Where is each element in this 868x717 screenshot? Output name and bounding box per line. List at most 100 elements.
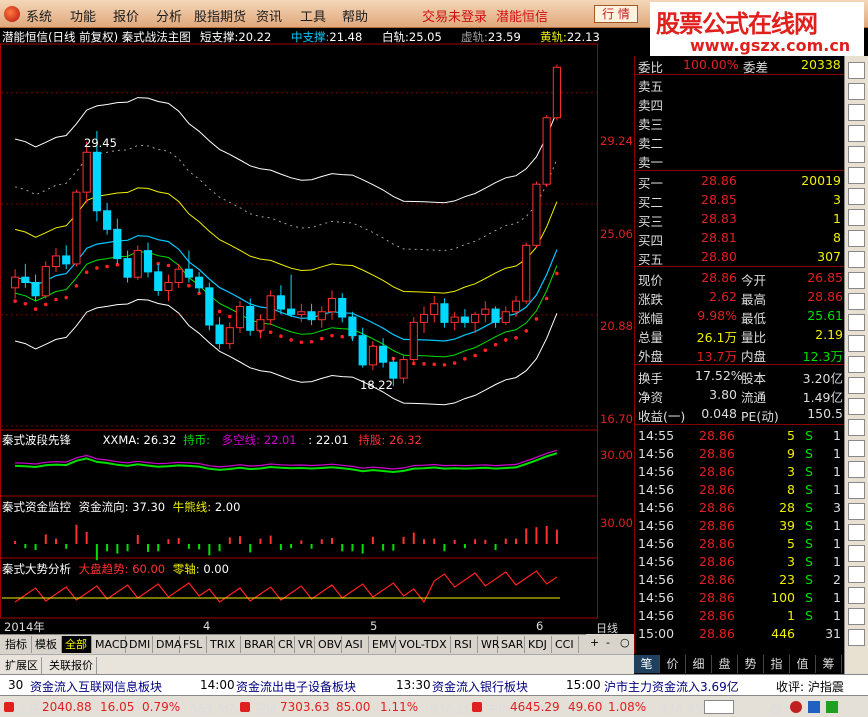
status-box[interactable]	[704, 700, 734, 714]
fio-icon[interactable]	[848, 167, 865, 184]
news-ticker[interactable]: 30 资金流入互联网信息板块 14:00 资金流出电子设备板块 13:30 资金…	[0, 674, 868, 695]
tab-asi[interactable]: ASI	[342, 636, 369, 653]
buy-level-row[interactable]: 买一 28.86 20019	[635, 172, 845, 191]
period-selector[interactable]: 日线 + - ○	[586, 622, 634, 654]
tab-related-quote[interactable]: 关联报价	[46, 657, 97, 674]
tab-cr[interactable]: CR	[275, 636, 295, 653]
tab-brar[interactable]: BRAR	[241, 636, 275, 653]
news-item[interactable]: 资金流入互联网信息板块	[30, 678, 162, 695]
buy-level-row[interactable]: 买二 28.85 3	[635, 191, 845, 210]
quote-tab[interactable]: 值	[790, 655, 816, 673]
menu-system[interactable]: 系统	[26, 6, 52, 25]
tab-fsl[interactable]: FSL	[180, 636, 207, 653]
info-icon[interactable]	[848, 566, 865, 583]
quote-tab[interactable]: 势	[738, 655, 764, 673]
zoom-out-icon[interactable]: -	[606, 636, 610, 649]
f6-icon[interactable]	[848, 188, 865, 205]
document-icon[interactable]	[848, 503, 865, 520]
menu-quote[interactable]: 报价	[113, 6, 139, 25]
menu-index-futures[interactable]: 股指期货	[194, 6, 246, 25]
next-icon[interactable]	[848, 629, 865, 646]
function-icon[interactable]	[848, 230, 865, 247]
quote-tab[interactable]: 盘	[712, 655, 738, 673]
quote-tab[interactable]: 筹	[816, 655, 842, 673]
tab-rsi[interactable]: RSI	[451, 636, 478, 653]
tab-wr[interactable]: WR	[478, 636, 500, 653]
menu-news[interactable]: 资讯	[256, 6, 282, 25]
menu-function[interactable]: 功能	[70, 6, 96, 25]
text-icon[interactable]	[848, 524, 865, 541]
menu-tools[interactable]: 工具	[300, 6, 326, 25]
market-button[interactable]: 行 情	[594, 5, 638, 23]
stat-row: 涨跌 2.62 最高 28.86	[635, 288, 845, 307]
tab-dmi[interactable]: DMI	[126, 636, 153, 653]
tab-macd[interactable]: MACD	[92, 636, 128, 653]
menu-help[interactable]: 帮助	[342, 6, 368, 25]
news-item[interactable]: 沪市主力资金流入3.69亿	[604, 678, 739, 695]
login-status[interactable]: 交易未登录	[422, 6, 487, 25]
tab-指标[interactable]: 指标	[2, 636, 32, 653]
candle-body	[297, 311, 306, 315]
buy-level-row[interactable]: 买四 28.81 8	[635, 229, 845, 248]
tab-全部[interactable]: 全部	[62, 636, 92, 653]
quote-tab[interactable]: 指	[764, 655, 790, 673]
chart-canvas[interactable]	[0, 28, 634, 634]
buy-level-row[interactable]: 买三 28.83 1	[635, 210, 845, 229]
quote-tab[interactable]: 细	[686, 655, 712, 673]
f12-icon[interactable]	[848, 209, 865, 226]
support-dot	[483, 348, 488, 353]
rsi-icon[interactable]	[848, 293, 865, 310]
box-icon[interactable]	[848, 608, 865, 625]
tab-模板[interactable]: 模板	[32, 636, 62, 653]
zoom-in-icon[interactable]: +	[590, 636, 599, 649]
network-icon[interactable]	[808, 701, 820, 713]
f10-icon[interactable]	[848, 146, 865, 163]
tick-row: 14:56 28.86 3 S 1	[635, 463, 845, 481]
period-label[interactable]: 日线	[596, 620, 618, 636]
alert-icon[interactable]	[790, 701, 802, 713]
arrow-icon[interactable]	[848, 377, 865, 394]
monitor-icon[interactable]	[848, 272, 865, 289]
trend-icon[interactable]	[848, 104, 865, 121]
tab-trix[interactable]: TRIX	[207, 636, 241, 653]
tab-kdj[interactable]: KDJ	[525, 636, 552, 653]
tab-obv[interactable]: OBV	[315, 636, 342, 653]
tab-dma[interactable]: DMA	[153, 636, 182, 653]
support-dot	[503, 338, 508, 342]
quote-tab[interactable]: 笔	[634, 655, 660, 673]
tab-vol-tdx[interactable]: VOL-TDX	[396, 636, 451, 653]
tab-sar[interactable]: SAR	[498, 636, 525, 653]
chart-area[interactable]: 潜能恒信(日线 前复权) 秦式战法主图 短支撑:20.22 中支撑:21.48 白轨…	[0, 28, 634, 634]
data-icon[interactable]	[848, 440, 865, 457]
tab-cci[interactable]: CCI	[552, 636, 579, 653]
pen-icon[interactable]	[848, 545, 865, 562]
sell-level-row[interactable]: 卖二	[635, 132, 845, 151]
sell-level-row[interactable]: 卖五	[635, 75, 845, 94]
reset-icon[interactable]: ○	[620, 636, 630, 649]
f5-icon[interactable]	[848, 419, 865, 436]
tab-vr[interactable]: VR	[295, 636, 315, 653]
tab-extension-area[interactable]: 扩展区	[2, 657, 42, 674]
alert-icon[interactable]	[848, 356, 865, 373]
settings-icon[interactable]	[848, 251, 865, 268]
connection-icon[interactable]	[826, 701, 838, 713]
sell-level-row[interactable]: 卖三	[635, 113, 845, 132]
dollar-icon[interactable]	[848, 314, 865, 331]
news-icon[interactable]	[848, 461, 865, 478]
buy-level-row[interactable]: 买五 28.80 307	[635, 248, 845, 267]
line-chart-icon[interactable]	[848, 83, 865, 100]
target-icon[interactable]	[848, 398, 865, 415]
tab-emv[interactable]: EMV	[369, 636, 396, 653]
sell-level-row[interactable]: 卖四	[635, 94, 845, 113]
sell-level-row[interactable]: 卖一	[635, 151, 845, 170]
kline-chart-icon[interactable]	[848, 62, 865, 79]
menu-analysis[interactable]: 分析	[156, 6, 182, 25]
refresh-icon[interactable]	[848, 587, 865, 604]
quote-tab[interactable]: 价	[660, 655, 686, 673]
news-item[interactable]: 收评: 沪指震	[776, 678, 844, 695]
news-item[interactable]: 资金流出电子设备板块	[236, 678, 356, 695]
news-item[interactable]: 资金流入银行板块	[432, 678, 528, 695]
people-icon[interactable]	[848, 335, 865, 352]
bulb-icon[interactable]	[848, 482, 865, 499]
grid-icon[interactable]	[848, 125, 865, 142]
